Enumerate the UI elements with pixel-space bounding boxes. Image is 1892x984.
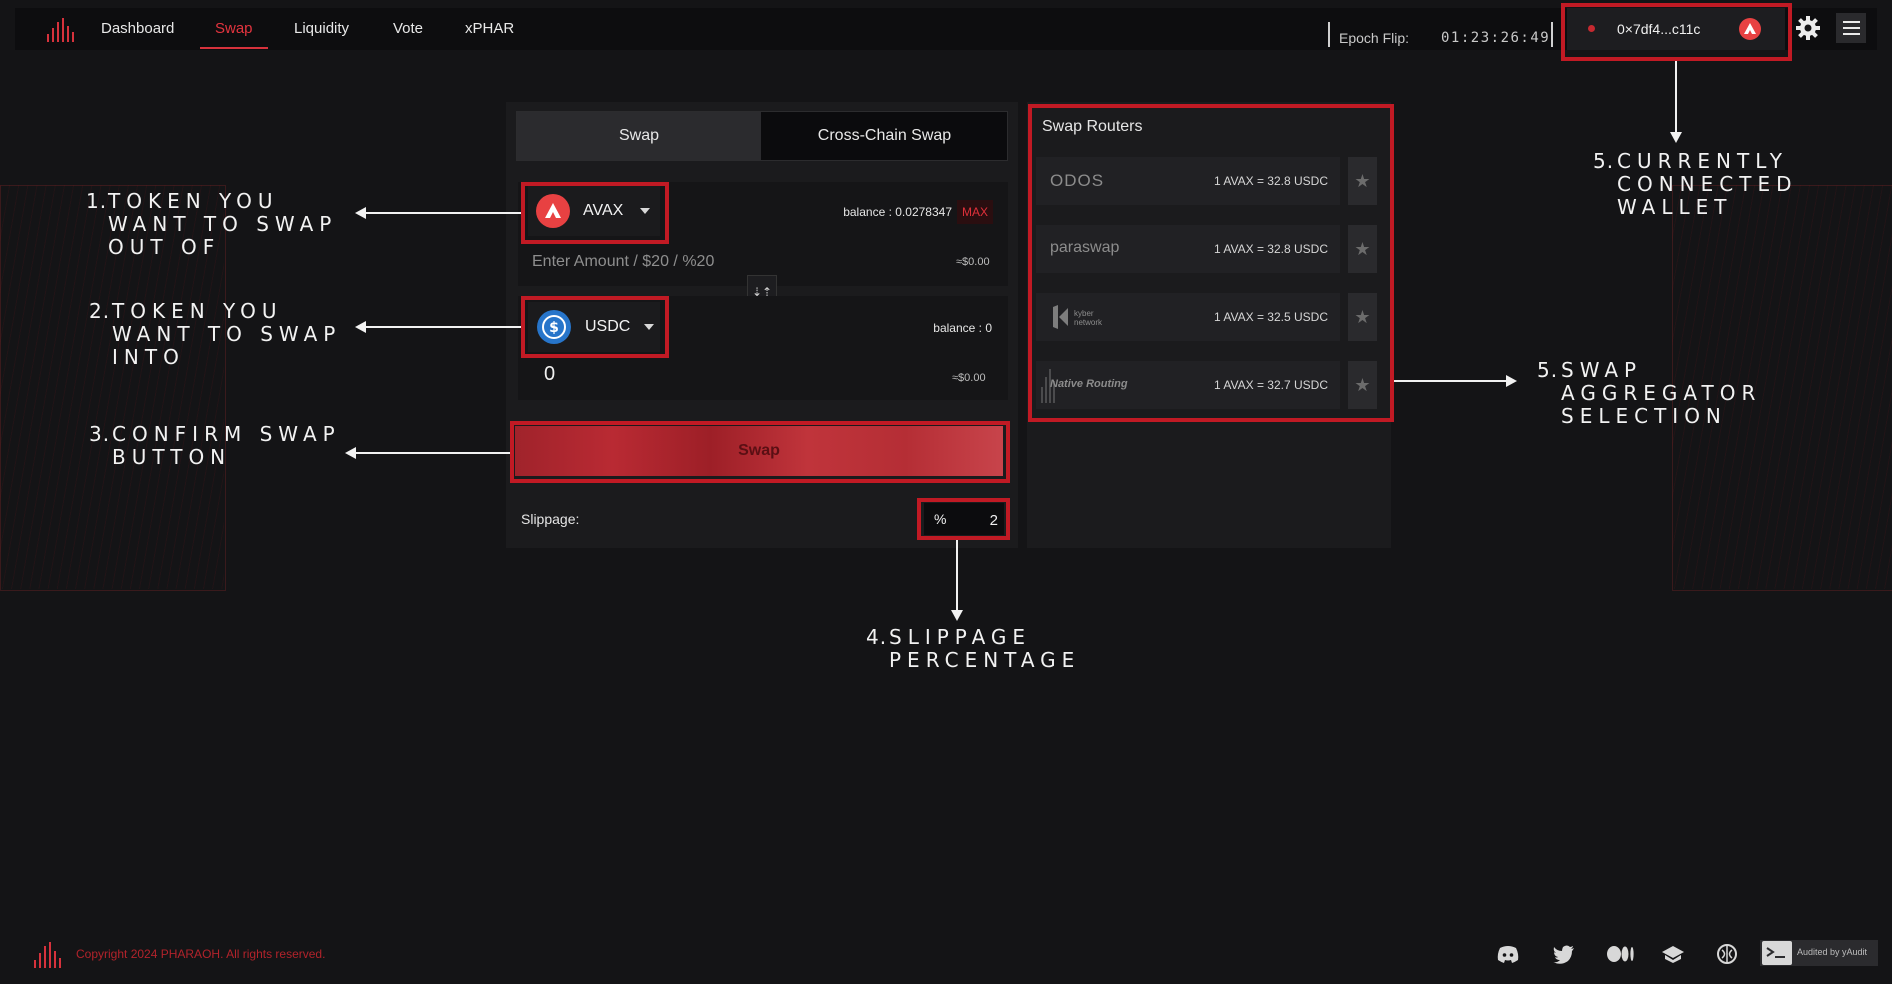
audit-label: Audited by yAudit: [1797, 947, 1868, 957]
pharaoh-footer-logo: [34, 942, 61, 968]
odos-logo: ODOS: [1050, 171, 1105, 190]
to-balance-value: : 0: [978, 321, 992, 335]
twitter-icon[interactable]: [1551, 942, 1577, 966]
swap-confirm-button[interactable]: Swap: [515, 426, 1003, 476]
avax-network-icon: [1739, 18, 1761, 40]
connection-status-dot: [1588, 25, 1595, 32]
annotation-arrow: [365, 212, 521, 214]
from-balance-value: : 0.0278347: [888, 205, 952, 219]
annotation-text: TOKEN YOU WANT TO SWAP INTO: [112, 299, 342, 369]
annotation-text: CURRENTLY CONNECTED WALLET: [1617, 149, 1798, 219]
router-rate: 1 AVAX = 32.8 USDC: [1214, 174, 1328, 188]
slippage-label: Slippage:: [521, 511, 580, 527]
tab-cross-chain-swap[interactable]: Cross-Chain Swap: [762, 112, 1007, 160]
annotation-arrow: [365, 326, 521, 328]
kyber-logo: kyber network: [1074, 309, 1103, 327]
router-row-native[interactable]: Native Routing 1 AVAX = 32.7 USDC: [1036, 361, 1340, 409]
favorite-star-icon[interactable]: ★: [1348, 157, 1377, 205]
slippage-unit: %: [934, 511, 947, 527]
docs-icon[interactable]: [1660, 942, 1686, 966]
swap-routers-title: Swap Routers: [1042, 118, 1143, 135]
to-amount: 0: [544, 363, 556, 385]
nav-vote[interactable]: Vote: [393, 20, 423, 37]
brain-icon[interactable]: [1714, 942, 1740, 966]
to-usd-value: ≈$0.00: [952, 372, 986, 384]
epoch-flip-label: Epoch Flip:: [1339, 30, 1410, 46]
annotation-number: 1.: [86, 189, 108, 213]
wallet-address: 0×7df4...c11c: [1617, 21, 1701, 37]
nav-xphar[interactable]: xPHAR: [465, 20, 514, 37]
pharaoh-logo[interactable]: [45, 18, 77, 42]
router-rate: 1 AVAX = 32.8 USDC: [1214, 242, 1328, 256]
from-token-selector[interactable]: AVAX: [528, 186, 660, 236]
annotation-arrow: [956, 540, 958, 612]
annotation-number: 2.: [89, 299, 111, 323]
annotation-number: 5.: [1593, 149, 1615, 173]
router-row-kyber[interactable]: kyber network 1 AVAX = 32.5 USDC: [1036, 293, 1340, 341]
copyright-text: Copyright 2024 PHARAOH. All rights reser…: [76, 947, 326, 961]
annotation-arrow: [1675, 61, 1677, 133]
arrow-head: [1506, 375, 1517, 387]
annotation-text: SWAP AGGREGATOR SELECTION: [1561, 358, 1762, 428]
paraswap-logo: paraswap: [1050, 239, 1120, 256]
swap-tabs: Swap Cross-Chain Swap: [516, 111, 1008, 161]
native-routing-logo: Native Routing: [1050, 378, 1128, 390]
discord-icon[interactable]: [1495, 942, 1521, 966]
slippage-input[interactable]: [960, 506, 1000, 534]
annotation-arrow: [1394, 380, 1506, 382]
annotation-number: 5.: [1537, 358, 1559, 382]
favorite-star-icon[interactable]: ★: [1348, 225, 1377, 273]
nav-dashboard[interactable]: Dashboard: [101, 20, 174, 37]
from-token-name: AVAX: [583, 202, 624, 219]
annotation-text: SLIPPAGE PERCENTAGE: [889, 625, 1081, 672]
epoch-countdown: 01:23:26:49: [1441, 30, 1551, 46]
annotation-number: 3.: [89, 422, 111, 446]
favorite-star-icon[interactable]: ★: [1348, 293, 1377, 341]
tab-swap[interactable]: Swap: [517, 112, 761, 160]
arrow-head: [345, 447, 356, 459]
arrow-head: [355, 207, 366, 219]
from-amount-input[interactable]: [530, 246, 774, 278]
nav-active-underline: [200, 47, 268, 49]
annotation-arrow: [355, 452, 510, 454]
chevron-down-icon: [644, 324, 654, 330]
avax-token-icon: [536, 194, 570, 228]
router-rate: 1 AVAX = 32.5 USDC: [1214, 310, 1328, 324]
arrow-head: [951, 610, 963, 621]
nav-liquidity[interactable]: Liquidity: [294, 20, 349, 37]
router-row-paraswap[interactable]: paraswap 1 AVAX = 32.8 USDC: [1036, 225, 1340, 273]
to-token-name: USDC: [585, 318, 631, 335]
to-balance: balance : 0: [800, 321, 992, 335]
settings-gear-icon[interactable]: [1795, 15, 1821, 41]
arrow-head: [355, 321, 366, 333]
router-rate: 1 AVAX = 32.7 USDC: [1214, 378, 1328, 392]
annotation-text: TOKEN YOU WANT TO SWAP OUT OF: [108, 189, 338, 259]
from-balance: balance : 0.0278347: [760, 205, 952, 219]
from-usd-value: ≈$0.00: [956, 256, 990, 268]
favorite-star-icon[interactable]: ★: [1348, 361, 1377, 409]
from-balance-label: balance: [843, 205, 886, 219]
to-token-selector[interactable]: $ USDC: [528, 302, 660, 352]
usdc-token-icon: $: [537, 310, 571, 344]
epoch-divider-right: [1551, 22, 1553, 47]
epoch-divider-left: [1328, 22, 1330, 47]
max-button[interactable]: MAX: [957, 200, 993, 224]
hamburger-menu-icon[interactable]: [1836, 13, 1866, 43]
medium-icon[interactable]: [1606, 942, 1636, 966]
audit-badge[interactable]: Audited by yAudit: [1760, 940, 1878, 966]
svg-text:$: $: [549, 320, 559, 336]
wallet-button[interactable]: 0×7df4...c11c: [1567, 8, 1785, 50]
arrow-head: [1670, 132, 1682, 143]
router-row-odos[interactable]: ODOS 1 AVAX = 32.8 USDC: [1036, 157, 1340, 205]
kyber-logo-icon: [1053, 305, 1068, 329]
to-balance-label: balance: [933, 321, 976, 335]
annotation-text: CONFIRM SWAP BUTTON: [112, 422, 341, 469]
chevron-down-icon: [640, 208, 650, 214]
nav-swap[interactable]: Swap: [215, 20, 253, 37]
annotation-number: 4.: [866, 625, 888, 649]
yaudit-terminal-icon: [1762, 941, 1792, 965]
